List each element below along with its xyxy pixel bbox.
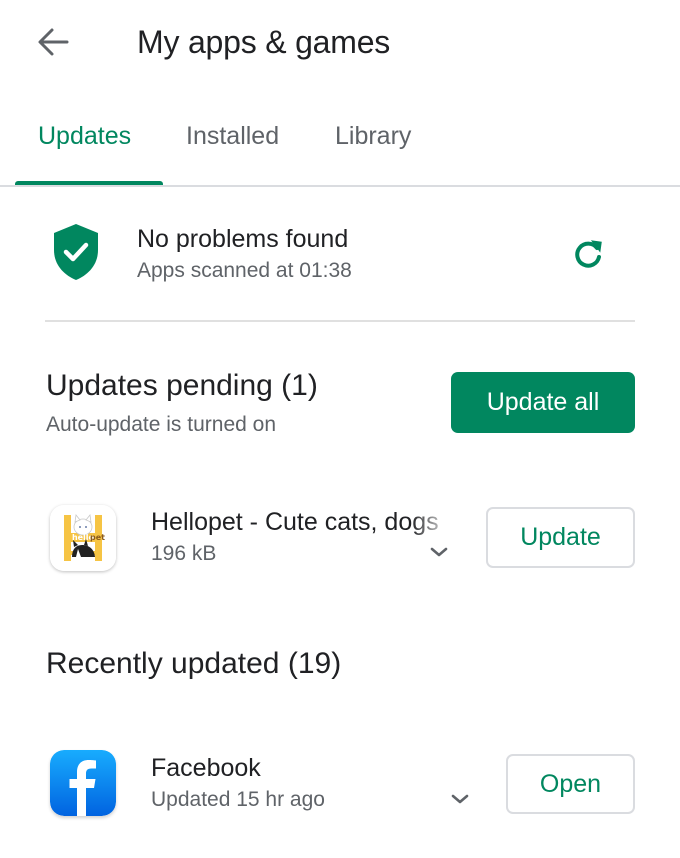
- app-updated-time: Updated 15 hr ago: [151, 788, 325, 811]
- recently-updated-heading: Recently updated (19): [46, 647, 342, 680]
- expand-chevron-button[interactable]: [427, 543, 451, 561]
- chevron-down-icon: [430, 547, 448, 557]
- app-size: 196 kB: [151, 542, 217, 565]
- protect-status-title: No problems found: [137, 225, 349, 253]
- refresh-scan-button[interactable]: [566, 232, 610, 276]
- update-app-button[interactable]: Update: [486, 507, 635, 568]
- refresh-icon: [575, 240, 602, 268]
- app-name[interactable]: Facebook: [151, 751, 261, 785]
- tab-library[interactable]: Library: [335, 118, 411, 154]
- back-button[interactable]: [30, 20, 76, 64]
- section-divider: [45, 320, 635, 322]
- updates-pending-heading: Updates pending (1): [46, 369, 318, 402]
- chevron-down-icon: [451, 794, 469, 804]
- app-name[interactable]: Hellopet - Cute cats, dogs: [151, 505, 453, 539]
- tabs-divider: [0, 185, 680, 187]
- protect-scan-time: Apps scanned at 01:38: [137, 259, 352, 282]
- auto-update-status: Auto-update is turned on: [46, 413, 276, 436]
- facebook-app-icon[interactable]: [50, 750, 116, 816]
- tab-bar: Updates Installed Library: [0, 100, 680, 187]
- open-app-button[interactable]: Open: [506, 754, 635, 814]
- expand-chevron-button[interactable]: [448, 790, 472, 808]
- shield-check-icon: [54, 224, 98, 280]
- arrow-back-icon: [38, 28, 69, 56]
- hellopet-app-icon[interactable]: hello pet: [50, 505, 116, 571]
- page-title: My apps & games: [137, 24, 391, 60]
- tab-installed[interactable]: Installed: [186, 118, 279, 154]
- tab-updates[interactable]: Updates: [38, 118, 131, 154]
- update-all-button[interactable]: Update all: [451, 372, 635, 433]
- svg-text:pet: pet: [90, 533, 105, 542]
